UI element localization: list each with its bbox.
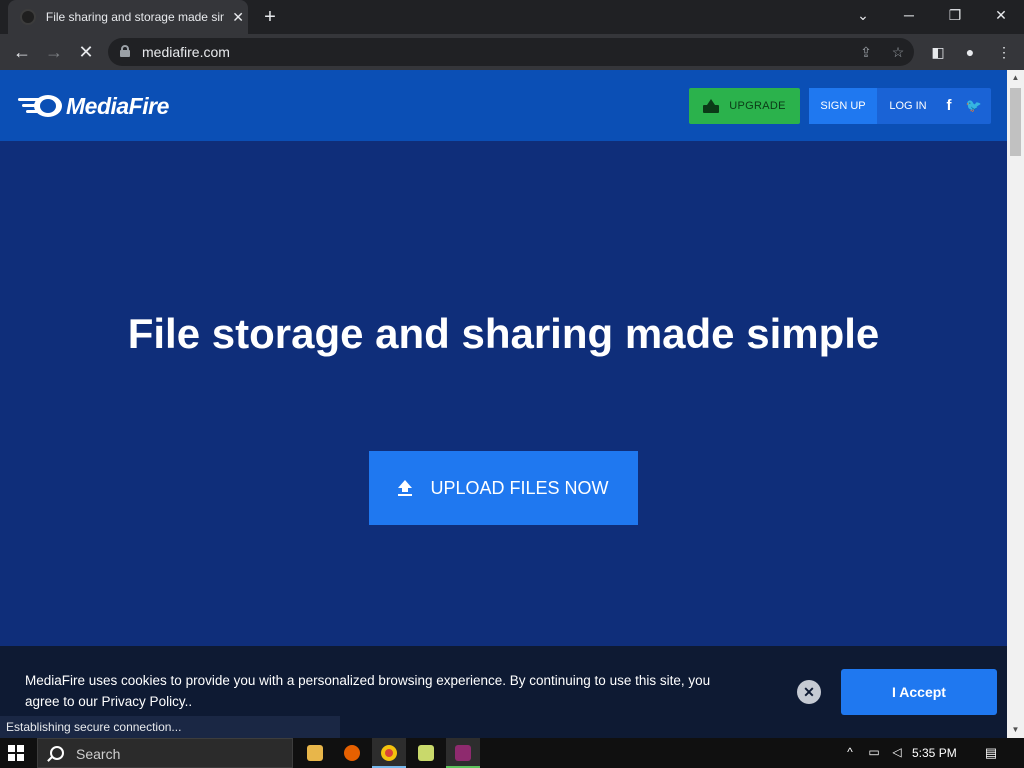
back-arrow-icon[interactable]: ←: [10, 40, 34, 64]
site-header: MediaFire UPGRADE SIGN UP LOG IN f 🐦: [0, 70, 1007, 141]
minimize-button[interactable]: ─: [894, 4, 924, 26]
share-icon[interactable]: ⇪: [856, 42, 876, 62]
browser-toolbar: ← → ✕ mediafire.com ⇪ ☆ ◧ ● ⋮: [0, 34, 1024, 70]
loading-favicon-icon: [20, 9, 36, 25]
tab-close-icon[interactable]: ✕: [228, 9, 248, 26]
upload-files-label: UPLOAD FILES NOW: [430, 477, 609, 498]
tab-search-icon[interactable]: ⌄: [848, 4, 878, 26]
mediafire-logo[interactable]: MediaFire: [18, 90, 169, 122]
sign-up-button[interactable]: SIGN UP: [809, 88, 877, 124]
url-text[interactable]: mediafire.com: [142, 44, 230, 60]
webpage: MediaFire UPGRADE SIGN UP LOG IN f 🐦 Fil…: [0, 70, 1007, 738]
status-bubble: Establishing secure connection...: [0, 716, 340, 738]
notepad-icon: [418, 745, 434, 761]
scroll-thumb[interactable]: [1010, 88, 1021, 156]
upload-files-button[interactable]: UPLOAD FILES NOW: [369, 451, 638, 525]
windows-taskbar: Search ^ ▭ ◁ 5:35 PM ▤: [0, 738, 1024, 768]
bookmark-star-icon[interactable]: ☆: [888, 42, 908, 62]
volume-muted-icon[interactable]: ◁: [889, 745, 905, 759]
profile-icon[interactable]: ●: [960, 42, 980, 62]
twitter-icon[interactable]: 🐦: [964, 96, 984, 116]
upgrade-icon: [703, 99, 720, 113]
cookie-close-icon[interactable]: ✕: [797, 680, 821, 704]
cookie-text: MediaFire uses cookies to provide you wi…: [25, 673, 711, 709]
taskbar-search-box[interactable]: Search: [37, 738, 293, 768]
new-tab-button[interactable]: +: [258, 6, 282, 28]
windows-start-icon[interactable]: [8, 745, 24, 761]
mediafire-flame-icon: [18, 91, 62, 121]
browser-tab[interactable]: File sharing and storage made simple ✕: [8, 0, 248, 34]
browser-titlebar: File sharing and storage made simple ✕ +…: [0, 0, 1024, 34]
taskbar-clock[interactable]: 5:35 PM: [912, 746, 957, 760]
logo-text: MediaFire: [66, 92, 169, 119]
hero-title: File storage and sharing made simple: [127, 310, 880, 357]
folder-icon: [307, 745, 323, 761]
tab-title: File sharing and storage made simple: [45, 10, 224, 24]
side-panel-icon[interactable]: ◧: [928, 42, 948, 62]
upload-arrow-icon: [398, 480, 413, 496]
facebook-icon[interactable]: f: [939, 96, 959, 116]
restore-button[interactable]: ❐: [940, 4, 970, 26]
notepad-app[interactable]: [409, 738, 443, 768]
tray-chevron-icon[interactable]: ^: [842, 745, 858, 759]
accept-cookies-button[interactable]: I Accept: [841, 669, 997, 715]
address-bar[interactable]: mediafire.com ⇪ ☆: [108, 38, 914, 66]
menu-kebab-icon[interactable]: ⋮: [994, 42, 1014, 62]
log-in-button[interactable]: LOG IN: [879, 88, 937, 124]
notifications-icon[interactable]: ▤: [983, 745, 999, 761]
scroll-down-icon[interactable]: ▼: [1007, 722, 1024, 738]
forward-arrow-icon[interactable]: →: [42, 40, 66, 64]
search-icon: [50, 746, 64, 760]
stop-loading-icon[interactable]: ✕: [74, 40, 98, 64]
scroll-up-icon[interactable]: ▲: [1007, 70, 1024, 86]
firefox-app[interactable]: [335, 738, 369, 768]
close-window-button[interactable]: ✕: [986, 4, 1016, 26]
winrar-icon: [455, 745, 471, 761]
upgrade-button[interactable]: UPGRADE: [689, 88, 800, 124]
auth-group: SIGN UP LOG IN f 🐦: [809, 88, 991, 124]
chrome-app[interactable]: [372, 738, 406, 768]
lock-icon[interactable]: [120, 45, 130, 57]
network-icon[interactable]: ▭: [866, 745, 882, 759]
page-scrollbar[interactable]: ▲ ▼: [1007, 70, 1024, 738]
upgrade-label: UPGRADE: [729, 100, 786, 112]
firefox-icon: [344, 745, 360, 761]
winrar-app[interactable]: [446, 738, 480, 768]
chrome-icon: [381, 745, 397, 761]
file-explorer-app[interactable]: [298, 738, 332, 768]
taskbar-search-placeholder: Search: [76, 746, 121, 762]
